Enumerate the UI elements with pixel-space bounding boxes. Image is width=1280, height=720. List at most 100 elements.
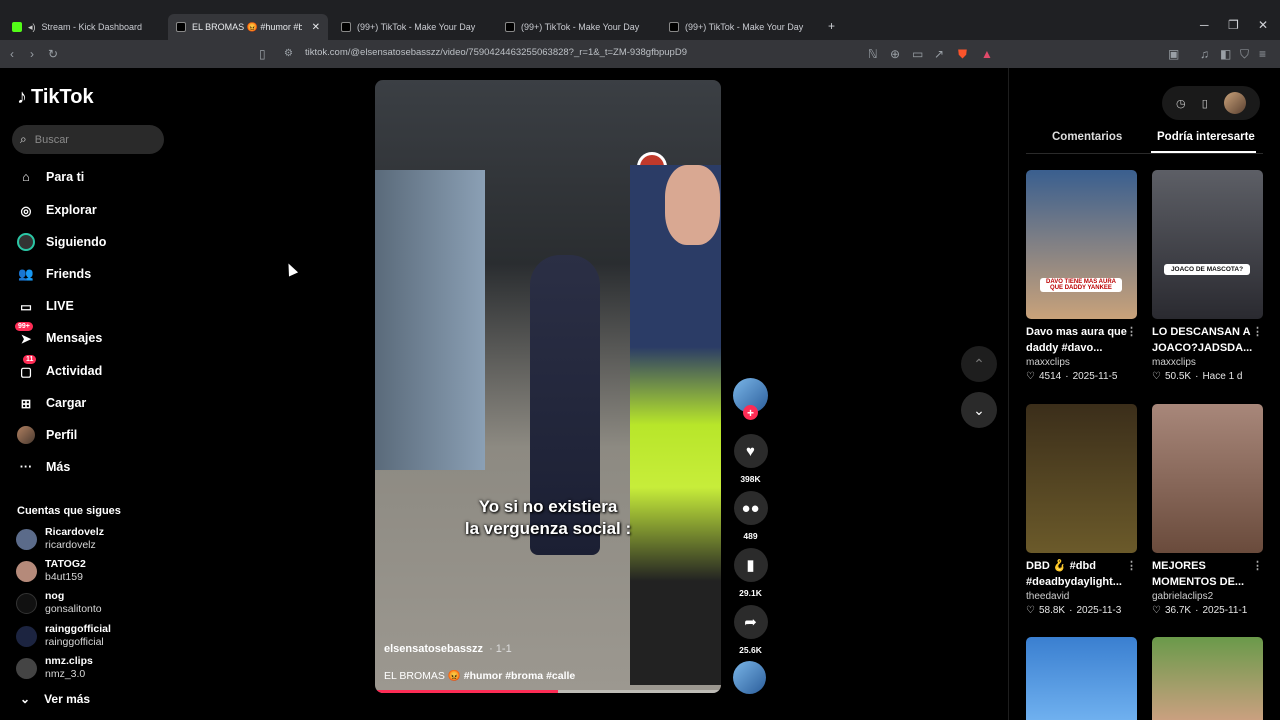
bookmark-icon[interactable]: ▮ bbox=[733, 548, 768, 582]
browser-tab[interactable]: ◂) Stream - Kick Dashboard bbox=[4, 14, 166, 40]
nav-mensajes[interactable]: ➤ 99+ Mensajes bbox=[15, 322, 102, 347]
music-disc-avatar[interactable] bbox=[733, 661, 766, 694]
card-author[interactable]: maxxclips bbox=[1152, 356, 1263, 370]
video-thumbnail[interactable] bbox=[1026, 637, 1137, 720]
comment-action[interactable]: ●● 489 bbox=[733, 491, 768, 541]
comment-count: 489 bbox=[743, 531, 758, 541]
user-avatar[interactable] bbox=[1223, 92, 1246, 114]
video-thumbnail[interactable]: DAVO TIENE MAS AURA QUE DADDY YANKEE bbox=[1026, 170, 1137, 319]
site-info-icon[interactable]: ⚙ bbox=[284, 46, 293, 62]
video-username[interactable]: elsensatosebasszz bbox=[384, 643, 483, 655]
video-thumbnail[interactable] bbox=[1026, 404, 1137, 553]
brave-shield-icon[interactable]: ⛊ bbox=[958, 46, 967, 62]
like-action[interactable]: ♥ 398K bbox=[733, 434, 768, 484]
recommended-video-card[interactable]: DAVO TIENE MAS AURA QUE DADDY YANKEE Dav… bbox=[1026, 170, 1137, 384]
avatar bbox=[16, 592, 37, 614]
card-title-text: LO DESCANSAN A JOACO?JADSDA... bbox=[1152, 326, 1253, 354]
browser-tab[interactable]: (99+) TikTok - Make Your Day bbox=[497, 14, 657, 40]
card-likes: 58.8K bbox=[1038, 605, 1066, 616]
video-thumbnail[interactable] bbox=[1152, 637, 1263, 720]
more-options-icon[interactable]: ⋮ bbox=[1126, 558, 1137, 574]
more-options-icon[interactable]: ⋮ bbox=[1126, 324, 1137, 340]
following-account[interactable]: nog gonsalitonto bbox=[16, 590, 102, 616]
save-action[interactable]: ▮ 29.1K bbox=[733, 548, 768, 598]
nav-label: LIVE bbox=[46, 299, 74, 313]
comment-icon[interactable]: ●● bbox=[733, 491, 768, 525]
zoom-icon[interactable]: ⊕ bbox=[890, 46, 900, 62]
minimize-icon[interactable]: ─ bbox=[1200, 18, 1209, 32]
device-icon[interactable]: ▯ bbox=[1202, 97, 1208, 110]
forward-icon[interactable]: › bbox=[30, 46, 34, 62]
panel-icon[interactable]: ◧ bbox=[1220, 46, 1231, 62]
video-thumbnail[interactable]: JOACO DE MASCOTA? bbox=[1152, 170, 1263, 319]
new-tab-icon[interactable]: + bbox=[828, 19, 835, 33]
card-author[interactable]: theedavid bbox=[1026, 590, 1137, 604]
recommended-video-card[interactable]: DBD 🪝 #dbd #deadbydaylight... ⋮ theedavid… bbox=[1026, 404, 1137, 618]
sidebar-toggle-icon[interactable]: ▣ bbox=[1168, 46, 1179, 62]
tab-recommended[interactable]: Podría interesarte bbox=[1157, 131, 1255, 143]
recommended-video-card[interactable] bbox=[1026, 637, 1137, 720]
following-account[interactable]: nmz.clips nmz_3.0 bbox=[16, 655, 93, 681]
see-more-label: Ver más bbox=[44, 692, 91, 706]
heart-icon[interactable]: ♥ bbox=[733, 434, 768, 468]
reload-icon[interactable]: ↻ bbox=[48, 46, 58, 62]
heart-outline-icon: ♡ bbox=[1026, 605, 1035, 616]
share-arrow-icon[interactable]: ➦ bbox=[733, 605, 768, 639]
brave-rewards-icon[interactable]: ▲ bbox=[981, 46, 993, 62]
previous-video-button[interactable]: ⌃ bbox=[961, 346, 997, 382]
video-author[interactable]: elsensatosebasszz · 1-1 bbox=[384, 643, 512, 655]
following-account[interactable]: rainggofficial rainggofficial bbox=[16, 623, 111, 649]
cast-icon[interactable]: ▭ bbox=[912, 46, 923, 62]
more-options-icon[interactable]: ⋮ bbox=[1252, 324, 1263, 340]
video-hashtags[interactable]: #humor #broma #calle bbox=[464, 670, 575, 682]
tiktok-icon bbox=[341, 22, 351, 32]
browser-tab[interactable]: (99+) TikTok - Make Your Day bbox=[661, 14, 821, 40]
tiktok-logo[interactable]: ♪ TikTok bbox=[17, 86, 94, 109]
more-options-icon[interactable]: ⋮ bbox=[1252, 558, 1263, 574]
share-icon[interactable]: ↗ bbox=[934, 46, 944, 62]
vpn-icon[interactable]: ⛉ bbox=[1240, 46, 1249, 62]
follow-plus-icon[interactable]: + bbox=[743, 405, 758, 420]
video-player[interactable]: Yo si no existiera la verguenza social :… bbox=[375, 80, 721, 693]
close-window-icon[interactable]: ✕ bbox=[1258, 18, 1268, 32]
back-icon[interactable]: ‹ bbox=[10, 46, 14, 62]
search-input[interactable]: Buscar bbox=[35, 134, 69, 146]
address-bar[interactable]: tiktok.com/@elsensatosebasszz/video/7590… bbox=[305, 47, 687, 58]
close-tab-icon[interactable]: ✕ bbox=[312, 22, 320, 33]
search-box[interactable]: ⌕ Buscar bbox=[12, 125, 164, 154]
see-more-button[interactable]: ⌄ Ver más bbox=[20, 692, 90, 706]
next-video-button[interactable]: ⌄ bbox=[961, 392, 997, 428]
chevron-down-icon: ⌄ bbox=[20, 692, 31, 706]
menu-icon[interactable]: ≡ bbox=[1259, 46, 1266, 62]
coins-icon[interactable]: ◷ bbox=[1176, 97, 1186, 110]
video-progress-bar[interactable] bbox=[375, 690, 721, 693]
translate-icon[interactable]: ℕ bbox=[868, 46, 878, 62]
nav-label: Siguiendo bbox=[46, 235, 107, 249]
nav-friends[interactable]: 👥 Friends bbox=[17, 265, 91, 283]
following-account[interactable]: TATOG2 b4ut159 bbox=[16, 558, 86, 584]
video-thumbnail[interactable] bbox=[1152, 404, 1263, 553]
nav-cargar[interactable]: ⊞ Cargar bbox=[17, 394, 87, 412]
search-icon: ⌕ bbox=[20, 132, 27, 146]
nav-explorar[interactable]: ◎ Explorar bbox=[17, 201, 97, 219]
browser-tab[interactable]: (99+) TikTok - Make Your Day bbox=[333, 14, 493, 40]
restore-icon[interactable]: ❐ bbox=[1228, 18, 1239, 32]
nav-siguiendo[interactable]: Siguiendo bbox=[17, 233, 106, 251]
following-account[interactable]: Ricardovelz ricardovelz bbox=[16, 526, 104, 552]
card-author[interactable]: maxxclips bbox=[1026, 356, 1137, 370]
recommended-video-card[interactable]: JOACO DE MASCOTA? LO DESCANSAN A JOACO?J… bbox=[1152, 170, 1263, 384]
browser-tab-active[interactable]: EL BROMAS 😡 #humor #bro ✕ bbox=[168, 14, 328, 40]
nav-live[interactable]: ▭ LIVE bbox=[17, 297, 74, 315]
nav-para-ti[interactable]: ⌂ Para ti bbox=[17, 168, 84, 186]
card-author[interactable]: gabrielaclips2 bbox=[1152, 590, 1263, 604]
media-icon[interactable]: ♫ bbox=[1200, 46, 1209, 62]
nav-actividad[interactable]: ▢ 11 Actividad bbox=[17, 355, 102, 380]
tab-comments[interactable]: Comentarios bbox=[1052, 131, 1122, 143]
bookmark-icon[interactable]: ▯ bbox=[259, 46, 266, 62]
recommended-video-card[interactable] bbox=[1152, 637, 1263, 720]
recommended-video-card[interactable]: MEJORES MOMENTOS DE... ⋮ gabrielaclips2 ♡… bbox=[1152, 404, 1263, 618]
nav-perfil[interactable]: Perfil bbox=[17, 426, 77, 444]
share-action[interactable]: ➦ 25.6K bbox=[733, 605, 768, 655]
nav-mas[interactable]: ··· Más bbox=[17, 458, 71, 476]
tab-title: Stream - Kick Dashboard bbox=[41, 22, 143, 32]
